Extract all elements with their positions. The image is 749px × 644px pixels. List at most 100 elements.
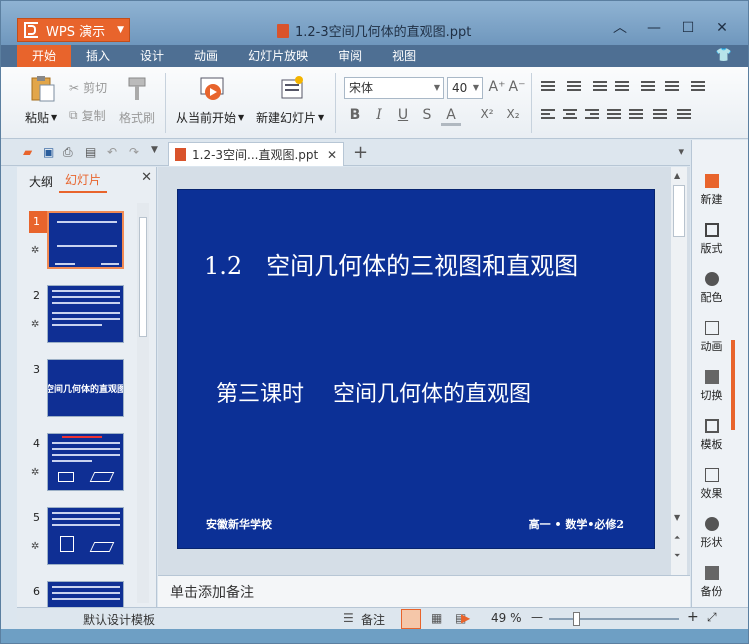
slide-thumbnail[interactable] xyxy=(47,581,124,607)
subscript-button[interactable]: X₂ xyxy=(503,107,523,121)
text-box-icon[interactable] xyxy=(677,109,691,121)
fit-window-icon[interactable]: ⤢ xyxy=(707,610,717,625)
align-right-icon[interactable] xyxy=(585,109,599,121)
zoom-slider[interactable] xyxy=(549,618,679,620)
slide-thumbnail[interactable] xyxy=(47,285,124,343)
decrease-indent-icon[interactable] xyxy=(593,81,607,93)
zoom-out-icon[interactable]: — xyxy=(531,610,543,624)
slide-thumbnail[interactable] xyxy=(47,507,124,565)
redo-icon[interactable]: ↷ xyxy=(129,145,143,159)
format-painter-button[interactable]: 格式刷 xyxy=(119,109,155,126)
grow-font-button[interactable]: A⁺ xyxy=(487,79,507,95)
slide-footer-school[interactable]: 安徽新华学校 xyxy=(206,516,272,532)
tab-slideshow[interactable]: 幻灯片放映 xyxy=(233,45,323,67)
design-template-label[interactable]: 默认设计模板 xyxy=(83,611,155,628)
play-from-current-button[interactable]: 从当前开始 ▼ xyxy=(176,109,244,126)
normal-view-icon[interactable] xyxy=(401,609,421,629)
thumbnail-scrollbar[interactable] xyxy=(137,203,149,603)
increase-indent-icon[interactable] xyxy=(615,81,629,93)
strikethrough-button[interactable]: S xyxy=(417,107,437,123)
tab-design[interactable]: 设计 xyxy=(125,45,179,67)
notes-pane[interactable]: 单击添加备注 xyxy=(158,575,690,607)
superscript-button[interactable]: X² xyxy=(477,107,497,121)
print-preview-icon[interactable]: ▤ xyxy=(85,145,99,159)
copy-button[interactable]: ⧉ 复制 xyxy=(69,107,106,124)
scrollbar-thumb[interactable] xyxy=(673,185,685,237)
slide-thumbnail[interactable] xyxy=(47,433,124,491)
maximize-button[interactable]: ☐ xyxy=(677,19,699,37)
bold-button[interactable]: B xyxy=(345,107,365,123)
skin-icon[interactable]: 👕 xyxy=(716,48,732,63)
sidebar-item-shapes[interactable]: 形状 xyxy=(692,517,731,550)
cut-button[interactable]: ✂ 剪切 xyxy=(69,79,107,96)
chevron-down-icon[interactable]: ▼ xyxy=(151,145,165,159)
slide-thumbnail[interactable]: 空间几何体的直观图 xyxy=(47,359,124,417)
sidebar-collapse-handle[interactable] xyxy=(731,340,735,430)
notes-toggle-label[interactable]: 备注 xyxy=(361,611,385,628)
print-icon[interactable]: ⎙ xyxy=(63,145,77,159)
slide[interactable]: 1.2 空间几何体的三视图和直观图 第三课时 空间几何体的直观图 安徽新华学校 … xyxy=(177,189,655,549)
tab-menu-icon[interactable]: ▾ xyxy=(678,145,684,158)
sidebar-item-color-scheme[interactable]: 配色 xyxy=(692,272,731,305)
slide-thumbnail[interactable] xyxy=(47,211,124,269)
scroll-down-icon[interactable]: ▼ xyxy=(674,513,680,522)
sidebar-item-new[interactable]: 新建 xyxy=(692,174,731,207)
previous-slide-icon[interactable]: ⏶ xyxy=(674,533,680,543)
document-tab[interactable]: 1.2-3空间...直观图.ppt ✕ xyxy=(168,142,344,166)
columns-icon[interactable] xyxy=(691,81,705,93)
close-button[interactable]: ✕ xyxy=(711,19,733,37)
new-slide-icon[interactable] xyxy=(279,75,305,103)
tab-review[interactable]: 审阅 xyxy=(323,45,377,67)
scroll-up-icon[interactable]: ▲ xyxy=(674,171,680,180)
new-tab-button[interactable]: + xyxy=(353,142,368,163)
font-name-select[interactable]: 宋体 ▼ xyxy=(344,77,444,99)
paste-icon[interactable] xyxy=(29,75,55,103)
tab-home[interactable]: 开始 xyxy=(17,45,72,67)
slideshow-icon[interactable]: ▶ xyxy=(461,611,470,625)
slide-subtitle[interactable]: 第三课时 空间几何体的直观图 xyxy=(216,376,531,408)
align-center-icon[interactable] xyxy=(563,109,577,121)
paste-button[interactable]: 粘贴 ▼ xyxy=(25,109,57,126)
slide-sorter-icon[interactable]: ▦ xyxy=(431,611,442,625)
collapse-ribbon-button[interactable]: ︿ xyxy=(609,19,631,37)
close-panel-icon[interactable]: ✕ xyxy=(141,170,152,185)
vertical-align-icon[interactable] xyxy=(653,109,667,121)
play-slideshow-icon[interactable] xyxy=(199,75,225,103)
app-menu-button[interactable]: WPS 演示 ▼ xyxy=(17,18,130,42)
shrink-font-button[interactable]: A⁻ xyxy=(507,79,527,95)
zoom-in-icon[interactable]: + xyxy=(687,609,699,625)
tab-animation[interactable]: 动画 xyxy=(179,45,233,67)
tab-view[interactable]: 视图 xyxy=(377,45,431,67)
font-color-button[interactable]: A xyxy=(441,107,461,126)
next-slide-icon[interactable]: ⏷ xyxy=(674,551,680,561)
editor-scrollbar[interactable]: ▲ ▼ ⏶ ⏷ xyxy=(671,167,687,575)
bullet-list-icon[interactable] xyxy=(541,81,555,93)
tab-outline[interactable]: 大纲 xyxy=(23,173,59,193)
sidebar-item-transition[interactable]: 切换 xyxy=(692,370,731,403)
align-left-icon[interactable] xyxy=(541,109,555,121)
zoom-slider-handle[interactable] xyxy=(573,612,580,626)
line-spacing-icon[interactable] xyxy=(641,81,655,93)
distribute-icon[interactable] xyxy=(629,109,643,121)
slide-title[interactable]: 1.2 空间几何体的三视图和直观图 xyxy=(204,246,578,281)
notes-icon[interactable]: ☰ xyxy=(343,611,354,625)
justify-icon[interactable] xyxy=(607,109,621,121)
sidebar-item-backup[interactable]: 备份 xyxy=(692,566,731,599)
sidebar-item-template[interactable]: 模板 xyxy=(692,419,731,452)
format-painter-icon[interactable] xyxy=(125,75,151,103)
scrollbar-thumb[interactable] xyxy=(139,217,147,337)
tab-insert[interactable]: 插入 xyxy=(71,45,125,67)
tab-slides[interactable]: 幻灯片 xyxy=(59,171,108,193)
sidebar-item-layout[interactable]: 版式 xyxy=(692,223,731,256)
undo-icon[interactable]: ↶ xyxy=(107,145,121,159)
close-tab-icon[interactable]: ✕ xyxy=(327,148,337,162)
sidebar-item-effects[interactable]: 效果 xyxy=(692,468,731,501)
minimize-button[interactable]: — xyxy=(643,19,665,37)
text-direction-icon[interactable] xyxy=(665,81,679,93)
numbered-list-icon[interactable] xyxy=(567,81,581,93)
open-folder-icon[interactable]: ▰ xyxy=(23,145,37,159)
sidebar-item-animation[interactable]: 动画 xyxy=(692,321,731,354)
italic-button[interactable]: I xyxy=(369,107,389,123)
new-slide-button[interactable]: 新建幻灯片 ▼ xyxy=(256,109,324,126)
underline-button[interactable]: U xyxy=(393,107,413,123)
